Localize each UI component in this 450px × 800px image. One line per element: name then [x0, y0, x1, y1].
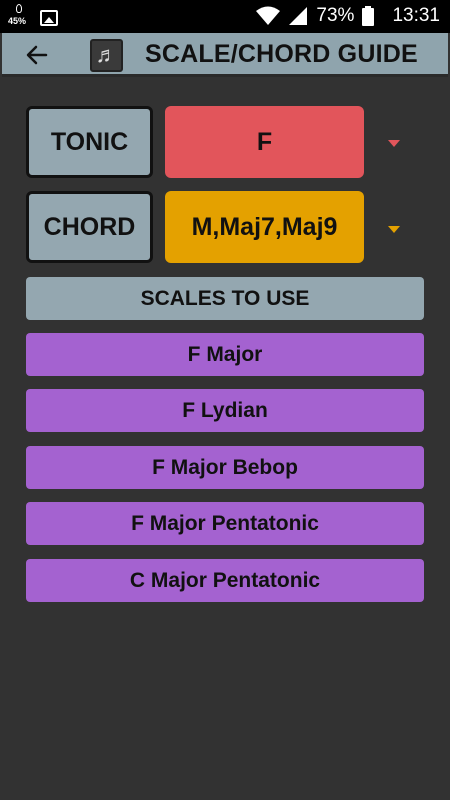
status-bar: 45% 73% 13:31: [0, 0, 450, 33]
chord-label-button[interactable]: CHORD: [26, 191, 153, 263]
chord-dropdown-caret-icon[interactable]: [388, 226, 400, 233]
image-icon: [40, 10, 58, 26]
tonic-dropdown-caret-icon[interactable]: [388, 140, 400, 147]
status-right: 73% 13:31: [256, 3, 440, 29]
tonic-spinner[interactable]: F: [165, 106, 364, 178]
page-title: SCALE/CHORD GUIDE: [145, 40, 418, 68]
battery-saver-icon: 45%: [8, 4, 30, 30]
battery-percent: 73%: [316, 5, 355, 26]
scale-item-f-major[interactable]: F Major: [26, 333, 424, 376]
status-left: 45%: [8, 4, 58, 30]
app-bar: ♬ SCALE/CHORD GUIDE: [2, 33, 448, 77]
back-arrow-icon[interactable]: [22, 40, 52, 70]
battery-icon: [362, 6, 375, 26]
chord-spinner[interactable]: M,Maj7,Maj9: [165, 191, 364, 263]
music-note-icon: ♬: [90, 39, 123, 72]
scale-item-f-lydian[interactable]: F Lydian: [26, 389, 424, 432]
scale-item-f-major-bebop[interactable]: F Major Bebop: [26, 446, 424, 489]
tonic-label-button[interactable]: TONIC: [26, 106, 153, 178]
scale-item-c-major-pentatonic[interactable]: C Major Pentatonic: [26, 559, 424, 602]
clock: 13:31: [392, 5, 440, 26]
wifi-icon: [256, 6, 281, 25]
signal-icon: [289, 7, 308, 25]
battery-small-percent: 45%: [8, 16, 27, 26]
scale-item-f-major-pentatonic[interactable]: F Major Pentatonic: [26, 502, 424, 545]
scales-header: SCALES TO USE: [26, 277, 424, 320]
